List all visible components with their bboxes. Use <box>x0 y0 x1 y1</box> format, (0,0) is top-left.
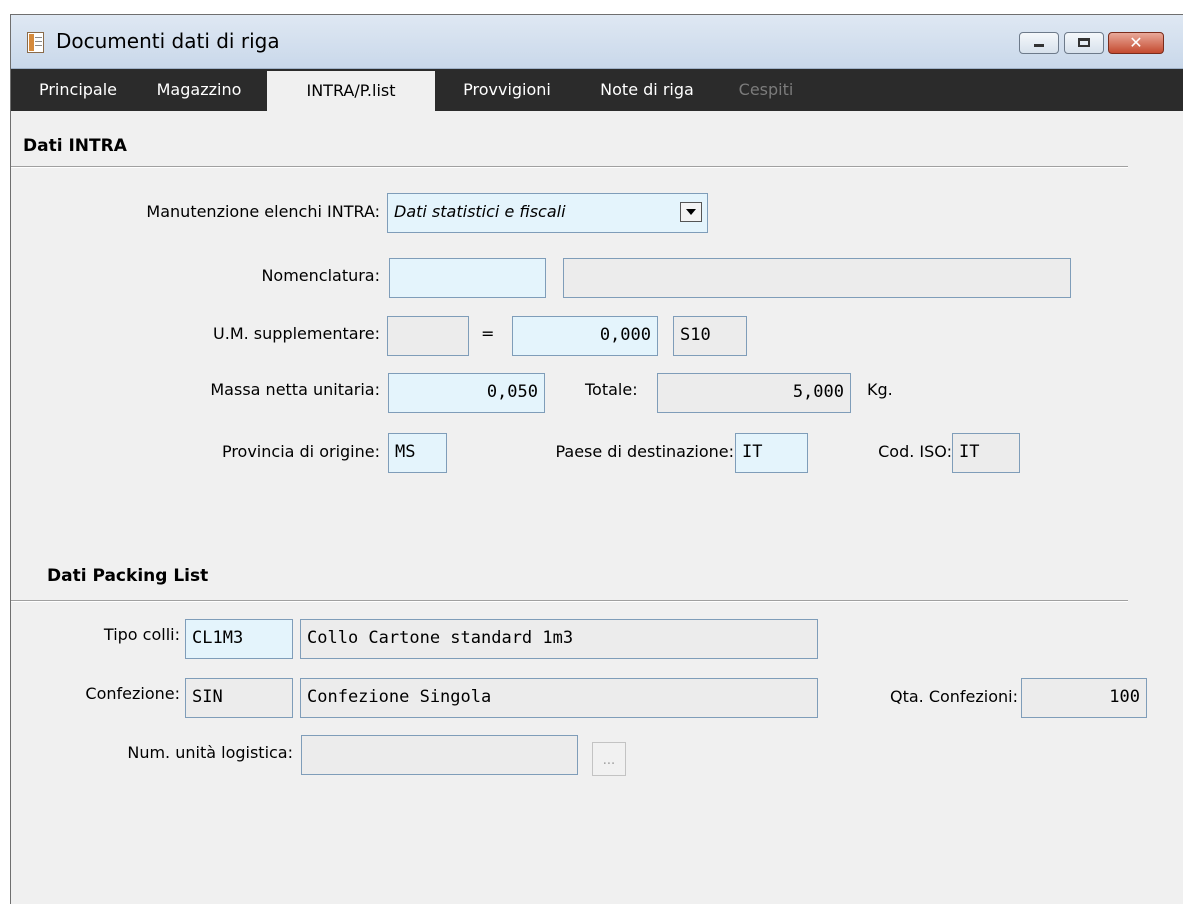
close-button[interactable]: ✕ <box>1108 32 1164 54</box>
maximize-icon <box>1078 38 1090 47</box>
equals-sign: = <box>481 324 495 343</box>
num-unita-field <box>301 735 578 775</box>
qta-confezioni-field: 100 <box>1021 678 1147 718</box>
minimize-icon <box>1034 44 1044 47</box>
paese-label: Paese di destinazione: <box>555 442 734 461</box>
tipo-colli-code-input[interactable]: CL1M3 <box>185 619 293 659</box>
nomenclatura-description-field <box>563 258 1071 298</box>
tab-cespiti: Cespiti <box>738 80 794 99</box>
qta-confezioni-label: Qta. Confezioni: <box>889 687 1018 706</box>
tab-principale[interactable]: Principale <box>23 69 133 111</box>
paese-input[interactable]: IT <box>735 433 808 473</box>
um-supplementare-label: U.M. supplementare: <box>213 324 380 343</box>
tab-provvigioni[interactable]: Provvigioni <box>441 69 573 111</box>
section-title-packing-list: Dati Packing List <box>47 566 209 586</box>
window: Documenti dati di riga ✕ Principale Maga… <box>10 14 1183 904</box>
massa-netta-input[interactable]: 0,050 <box>388 373 545 413</box>
massa-netta-label: Massa netta unitaria: <box>210 380 380 399</box>
um-supplementare-value-input[interactable]: 0,000 <box>512 316 658 356</box>
tipo-colli-label: Tipo colli: <box>103 625 180 644</box>
confezione-code-field: SIN <box>185 678 293 718</box>
num-unita-ellipsis-button[interactable]: ... <box>592 742 626 776</box>
cod-iso-field: IT <box>952 433 1020 473</box>
manutenzione-select[interactable]: Dati statistici e fiscali <box>387 193 708 233</box>
provincia-label: Provincia di origine: <box>221 442 380 461</box>
document-app-icon <box>27 32 44 53</box>
dropdown-button[interactable] <box>680 202 702 222</box>
cod-iso-label: Cod. ISO: <box>878 442 952 461</box>
minimize-button[interactable] <box>1019 32 1059 54</box>
maximize-button[interactable] <box>1064 32 1104 54</box>
totale-label: Totale: <box>585 380 638 399</box>
num-unita-label: Num. unità logistica: <box>127 743 293 762</box>
confezione-label: Confezione: <box>85 684 180 703</box>
nomenclatura-code-input[interactable] <box>389 258 546 298</box>
tab-bar: Principale Magazzino INTRA/P.list Provvi… <box>11 69 1183 113</box>
window-title: Documenti dati di riga <box>56 29 280 53</box>
nomenclatura-label: Nomenclatura: <box>261 266 380 285</box>
provincia-input[interactable]: MS <box>388 433 447 473</box>
tab-magazzino[interactable]: Magazzino <box>137 69 261 111</box>
totale-field: 5,000 <box>657 373 851 413</box>
um-supplementare-field <box>387 316 469 356</box>
section-title-dati-intra: Dati INTRA <box>23 136 127 156</box>
tab-intra-plist[interactable]: INTRA/P.list <box>267 71 435 113</box>
manutenzione-label: Manutenzione elenchi INTRA: <box>146 202 380 221</box>
section-divider <box>11 600 1128 602</box>
title-bar[interactable]: Documenti dati di riga ✕ <box>11 15 1183 69</box>
kg-unit-label: Kg. <box>867 380 893 399</box>
close-icon: ✕ <box>1129 33 1143 52</box>
tab-note-di-riga[interactable]: Note di riga <box>577 69 717 111</box>
confezione-description-field: Confezione Singola <box>300 678 818 718</box>
tipo-colli-description-field: Collo Cartone standard 1m3 <box>300 619 818 659</box>
chevron-down-icon <box>686 209 696 215</box>
um-supplementare-unit-field: S10 <box>673 316 747 356</box>
section-divider <box>11 166 1128 168</box>
